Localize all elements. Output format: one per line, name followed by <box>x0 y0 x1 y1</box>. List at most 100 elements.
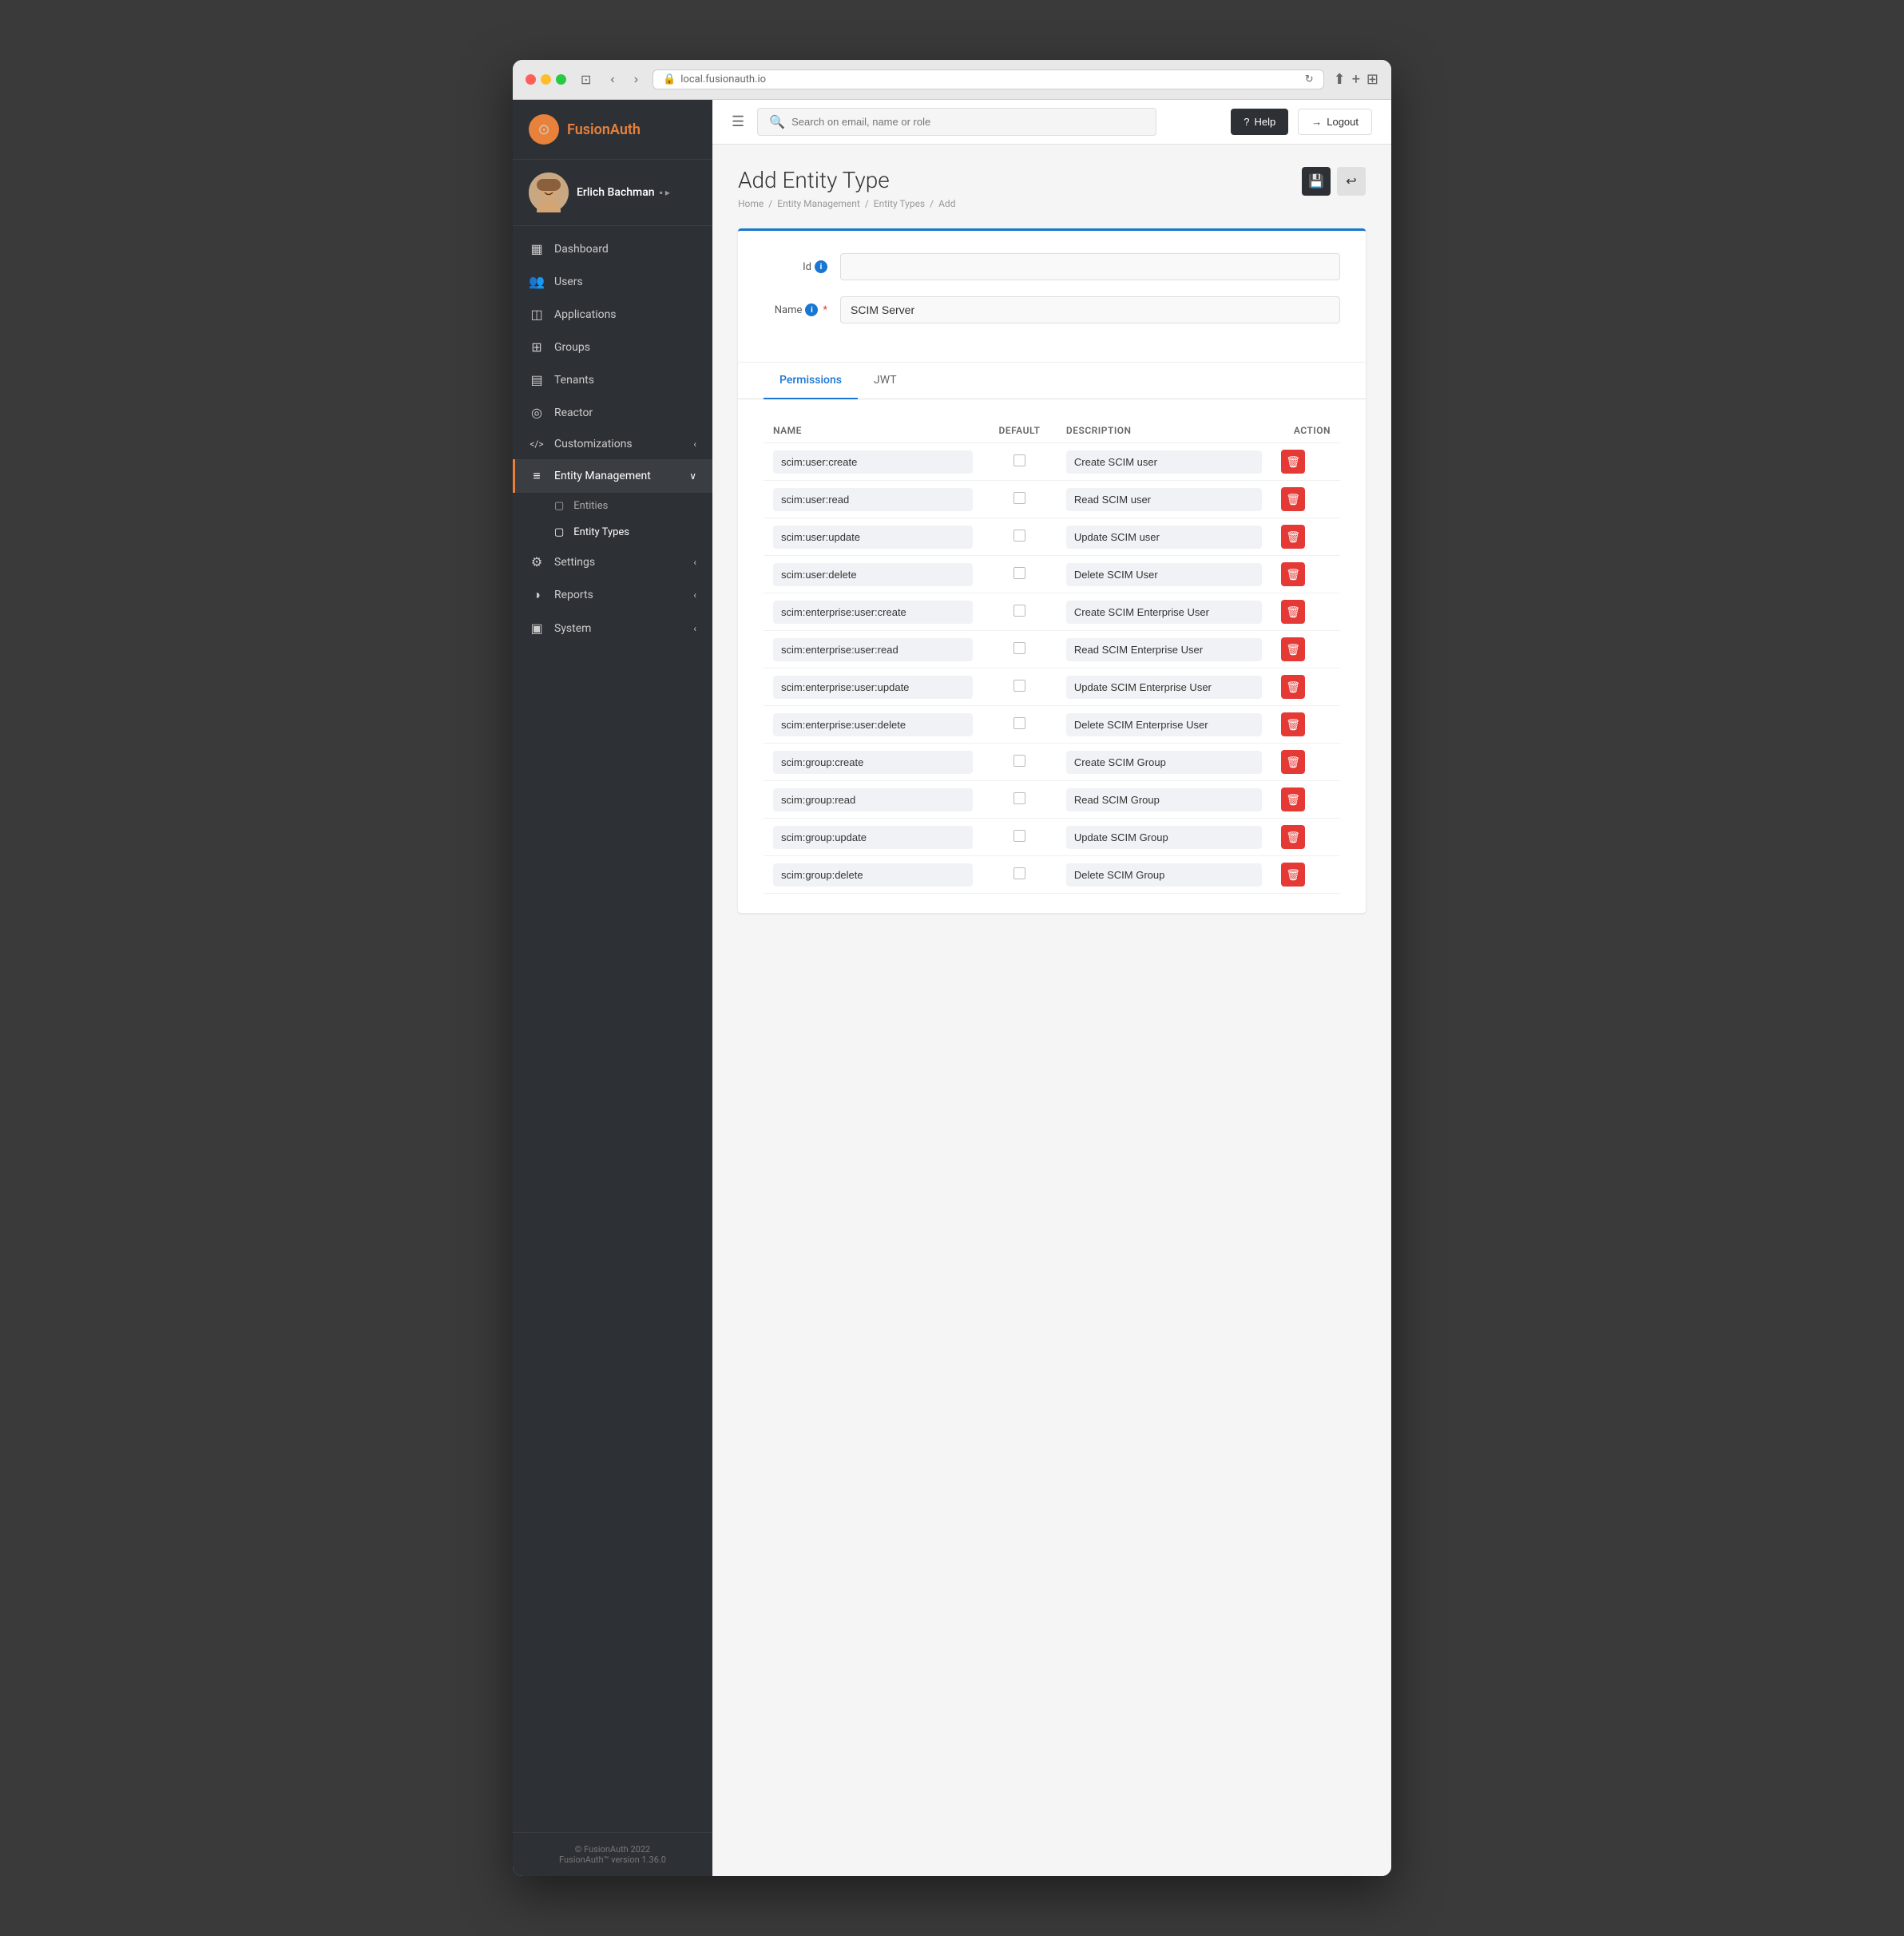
permission-default-checkbox[interactable] <box>1013 755 1025 767</box>
permission-name-input[interactable] <box>773 863 973 887</box>
search-box[interactable]: 🔍 <box>757 108 1156 136</box>
sidebar-item-users[interactable]: 👥 Users <box>513 265 712 298</box>
permission-default-checkbox[interactable] <box>1013 867 1025 879</box>
permission-description-input[interactable] <box>1066 863 1262 887</box>
permission-name-input[interactable] <box>773 826 973 849</box>
delete-permission-button[interactable]: 🗑 <box>1281 600 1305 624</box>
delete-permission-button[interactable]: 🗑 <box>1281 525 1305 549</box>
permission-name-input[interactable] <box>773 751 973 774</box>
user-info: Erlich Bachman ▪ ▸ <box>577 186 670 199</box>
sidebar-item-system[interactable]: ▣ System ‹ <box>513 612 712 645</box>
delete-permission-button[interactable]: 🗑 <box>1281 787 1305 811</box>
logout-button[interactable]: → Logout <box>1298 109 1372 135</box>
new-tab-icon[interactable]: + <box>1352 71 1360 88</box>
tabs-icon[interactable]: ⊞ <box>1367 71 1378 88</box>
help-button[interactable]: ? Help <box>1231 109 1288 135</box>
delete-permission-button[interactable]: 🗑 <box>1281 825 1305 849</box>
permission-default-checkbox[interactable] <box>1013 642 1025 654</box>
permission-description-input[interactable] <box>1066 751 1262 774</box>
tab-permissions[interactable]: Permissions <box>764 363 858 399</box>
breadcrumb-entity-management[interactable]: Entity Management <box>777 198 860 209</box>
permission-description-input[interactable] <box>1066 526 1262 549</box>
permission-default-checkbox[interactable] <box>1013 680 1025 692</box>
permission-default-checkbox[interactable] <box>1013 717 1025 729</box>
permission-name-input[interactable] <box>773 526 973 549</box>
sidebar-item-tenants[interactable]: ▤ Tenants <box>513 363 712 396</box>
sidebar-toggle-icon[interactable]: ⊡ <box>576 70 596 89</box>
permission-default-checkbox[interactable] <box>1013 492 1025 504</box>
delete-permission-button[interactable]: 🗑 <box>1281 562 1305 586</box>
permission-description-input[interactable] <box>1066 601 1262 624</box>
permission-name-input[interactable] <box>773 713 973 736</box>
sidebar-item-customizations[interactable]: </> Customizations ‹ <box>513 429 712 459</box>
back-browser-button[interactable]: ‹ <box>605 71 619 89</box>
permission-name-input[interactable] <box>773 788 973 811</box>
permission-description-input[interactable] <box>1066 563 1262 586</box>
permission-description-input[interactable] <box>1066 488 1262 511</box>
tenants-icon: ▤ <box>529 372 545 387</box>
sidebar-sub-item-entity-types[interactable]: ▢ Entity Types <box>513 519 712 545</box>
delete-permission-button[interactable]: 🗑 <box>1281 450 1305 474</box>
permission-description-input[interactable] <box>1066 713 1262 736</box>
sidebar-item-applications[interactable]: ◫ Applications <box>513 298 712 331</box>
trash-icon: 🗑 <box>1286 718 1300 732</box>
breadcrumb-home[interactable]: Home <box>738 198 764 209</box>
permission-default-checkbox[interactable] <box>1013 454 1025 466</box>
top-bar-actions: ? Help → Logout <box>1231 109 1372 135</box>
chevron-down-icon: ∨ <box>689 470 696 482</box>
permission-description-input[interactable] <box>1066 676 1262 699</box>
permission-default-checkbox[interactable] <box>1013 530 1025 542</box>
delete-permission-button[interactable]: 🗑 <box>1281 863 1305 887</box>
permission-description-input[interactable] <box>1066 826 1262 849</box>
permission-description-input[interactable] <box>1066 638 1262 661</box>
permission-default-checkbox[interactable] <box>1013 830 1025 842</box>
permission-default-checkbox[interactable] <box>1013 792 1025 804</box>
sidebar-sub-item-entities[interactable]: ▢ Entities <box>513 493 712 519</box>
id-info-icon[interactable]: i <box>815 260 827 273</box>
save-icon: 💾 <box>1308 173 1324 189</box>
chevron-right-icon: ‹ <box>693 623 696 634</box>
sidebar-item-reports[interactable]: ◑ Reports ‹ <box>513 578 712 612</box>
forward-browser-button[interactable]: › <box>629 71 643 89</box>
breadcrumb-entity-types[interactable]: Entity Types <box>874 198 925 209</box>
save-button[interactable]: 💾 <box>1302 167 1331 196</box>
reload-icon[interactable]: ↻ <box>1305 73 1314 85</box>
permission-name-input[interactable] <box>773 450 973 474</box>
permission-description-input[interactable] <box>1066 788 1262 811</box>
trash-icon: 🗑 <box>1286 455 1300 469</box>
minimize-button[interactable] <box>541 74 551 85</box>
sidebar-item-entity-management[interactable]: ≡ Entity Management ∨ <box>513 459 712 493</box>
back-button[interactable]: ↩ <box>1337 167 1366 196</box>
name-info-icon[interactable]: i <box>805 303 818 316</box>
delete-permission-button[interactable]: 🗑 <box>1281 637 1305 661</box>
name-input[interactable] <box>840 296 1340 323</box>
delete-permission-button[interactable]: 🗑 <box>1281 675 1305 699</box>
table-header-row: Name Default Description Action <box>764 419 1340 443</box>
sidebar-item-reactor[interactable]: ◎ Reactor <box>513 396 712 429</box>
delete-permission-button[interactable]: 🗑 <box>1281 487 1305 511</box>
permission-default-checkbox[interactable] <box>1013 605 1025 617</box>
url-text: local.fusionauth.io <box>680 73 766 85</box>
sidebar-item-dashboard[interactable]: ▦ Dashboard <box>513 232 712 265</box>
permission-name-input[interactable] <box>773 601 973 624</box>
search-icon: 🔍 <box>769 114 785 129</box>
close-button[interactable] <box>526 74 536 85</box>
permission-description-input[interactable] <box>1066 450 1262 474</box>
sidebar-item-settings[interactable]: ⚙ Settings ‹ <box>513 545 712 578</box>
sidebar-item-groups[interactable]: ⊞ Groups <box>513 331 712 363</box>
permission-name-input[interactable] <box>773 676 973 699</box>
permission-name-input[interactable] <box>773 638 973 661</box>
tab-jwt[interactable]: JWT <box>858 363 913 399</box>
share-icon[interactable]: ⬆ <box>1334 71 1346 88</box>
permission-name-input[interactable] <box>773 563 973 586</box>
id-input[interactable] <box>840 253 1340 280</box>
maximize-button[interactable] <box>556 74 566 85</box>
address-bar[interactable]: 🔒 local.fusionauth.io ↻ <box>653 69 1324 89</box>
hamburger-icon[interactable]: ☰ <box>732 113 744 130</box>
groups-icon: ⊞ <box>529 339 545 355</box>
permission-default-checkbox[interactable] <box>1013 567 1025 579</box>
search-input[interactable] <box>791 116 1144 128</box>
delete-permission-button[interactable]: 🗑 <box>1281 750 1305 774</box>
delete-permission-button[interactable]: 🗑 <box>1281 712 1305 736</box>
permission-name-input[interactable] <box>773 488 973 511</box>
